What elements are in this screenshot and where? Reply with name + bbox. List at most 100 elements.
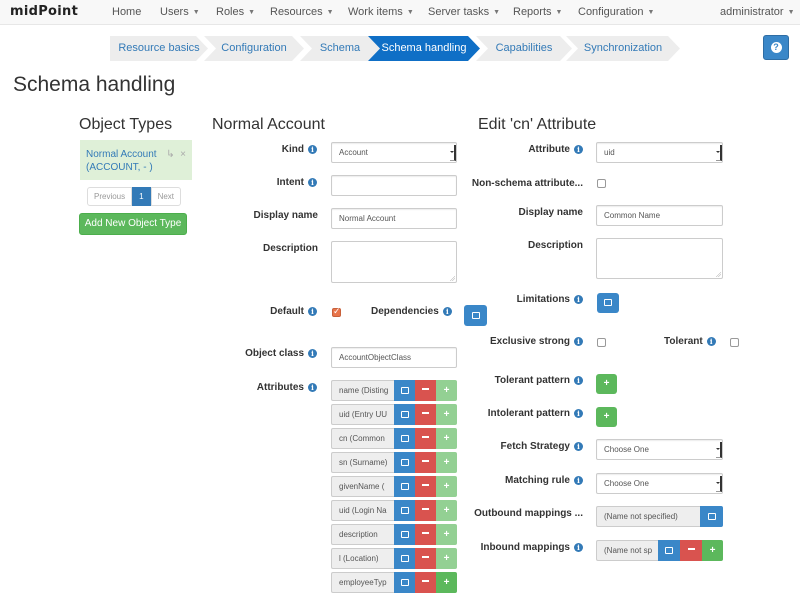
info-icon[interactable]: i: [308, 349, 317, 358]
remove-attribute-button[interactable]: [415, 452, 436, 473]
info-icon[interactable]: i: [442, 307, 452, 316]
edit-dependencies-button[interactable]: [464, 305, 487, 326]
attribute-name[interactable]: cn (Common: [331, 428, 394, 449]
display-name-input[interactable]: Normal Account: [331, 208, 457, 229]
wizard-step-synchronization[interactable]: Synchronization: [566, 36, 680, 61]
nav-users[interactable]: Users ▼: [160, 6, 200, 18]
nav-roles[interactable]: Roles ▼: [216, 6, 255, 18]
object-type-item[interactable]: Normal Account (ACCOUNT, - ) ↳ ×: [80, 140, 192, 180]
remove-attribute-button[interactable]: [415, 380, 436, 401]
intent-input[interactable]: [331, 175, 457, 196]
info-icon[interactable]: i: [574, 442, 583, 451]
add-attribute-button[interactable]: +: [436, 524, 457, 545]
help-button[interactable]: ?: [763, 35, 789, 60]
pager-next[interactable]: Next: [150, 187, 182, 206]
wizard-step-schema-handling[interactable]: Schema handling: [368, 36, 480, 61]
attribute-name[interactable]: uid (Entry UU: [331, 404, 394, 425]
matching-rule-select[interactable]: Choose One: [596, 473, 723, 494]
info-icon[interactable]: i: [574, 337, 583, 346]
outbound-mapping-name: (Name not specified): [596, 506, 700, 527]
remove-attribute-button[interactable]: [415, 548, 436, 569]
exclusive-strong-checkbox[interactable]: [597, 338, 606, 347]
add-object-type-button[interactable]: Add New Object Type: [79, 213, 187, 235]
wizard-step-resource-basics[interactable]: Resource basics: [110, 36, 208, 61]
close-icon[interactable]: ×: [180, 149, 186, 160]
edit-attribute-button[interactable]: [394, 548, 415, 569]
edit-attribute-button[interactable]: [394, 476, 415, 497]
plus-icon: +: [603, 378, 610, 389]
info-icon[interactable]: i: [706, 337, 716, 346]
arrow-turn-icon[interactable]: ↳: [166, 149, 174, 160]
remove-attribute-button[interactable]: [415, 428, 436, 449]
nav-resources[interactable]: Resources ▼: [270, 6, 334, 18]
add-attribute-button[interactable]: +: [436, 404, 457, 425]
remove-attribute-button[interactable]: [415, 404, 436, 425]
info-icon[interactable]: i: [308, 307, 317, 316]
info-icon[interactable]: i: [574, 145, 583, 154]
nav-server-tasks[interactable]: Server tasks ▼: [428, 6, 500, 18]
add-attribute-button[interactable]: +: [436, 452, 457, 473]
pager-previous[interactable]: Previous: [87, 187, 133, 206]
add-tolerant-pattern-button[interactable]: +: [596, 374, 617, 394]
attribute-name[interactable]: employeeTyp: [331, 572, 394, 593]
add-attribute-button[interactable]: +: [436, 572, 457, 593]
edit-attribute-button[interactable]: [394, 404, 415, 425]
brand-logo[interactable]: midPoint: [10, 4, 78, 19]
description-textarea[interactable]: [331, 241, 457, 283]
edit-attribute-button[interactable]: [394, 524, 415, 545]
wizard-step-schema[interactable]: Schema: [300, 36, 380, 61]
add-intolerant-pattern-button[interactable]: +: [596, 407, 617, 427]
attribute-name[interactable]: givenName (: [331, 476, 394, 497]
info-icon[interactable]: i: [574, 543, 583, 552]
add-attribute-button[interactable]: +: [436, 428, 457, 449]
add-attribute-button[interactable]: +: [436, 548, 457, 569]
add-inbound-button[interactable]: +: [702, 540, 723, 561]
info-icon[interactable]: i: [574, 295, 583, 304]
info-icon[interactable]: i: [308, 178, 317, 187]
nav-work-items[interactable]: Work items ▼: [348, 6, 414, 18]
non-schema-checkbox[interactable]: [597, 179, 606, 188]
object-class-input[interactable]: AccountObjectClass: [331, 347, 457, 368]
attribute-name[interactable]: uid (Login Na: [331, 500, 394, 521]
default-checkbox[interactable]: [332, 306, 341, 317]
edit-outbound-button[interactable]: [700, 506, 723, 527]
edit-inbound-button[interactable]: [658, 540, 680, 561]
attribute-row: cn (Common +: [331, 428, 457, 449]
edit-attribute-button[interactable]: [394, 572, 415, 593]
remove-inbound-button[interactable]: [680, 540, 702, 561]
attribute-name[interactable]: sn (Surname): [331, 452, 394, 473]
attribute-name[interactable]: l (Location): [331, 548, 394, 569]
info-icon[interactable]: i: [308, 383, 317, 392]
attr-display-name-input[interactable]: Common Name: [596, 205, 723, 226]
remove-attribute-button[interactable]: [415, 524, 436, 545]
attr-description-textarea[interactable]: [596, 238, 723, 279]
add-attribute-button[interactable]: +: [436, 476, 457, 497]
edit-attribute-button[interactable]: [394, 428, 415, 449]
user-menu[interactable]: administrator ▼: [720, 6, 795, 18]
remove-attribute-button[interactable]: [415, 500, 436, 521]
info-icon[interactable]: i: [574, 409, 583, 418]
info-icon[interactable]: i: [308, 145, 317, 154]
edit-attribute-button[interactable]: [394, 452, 415, 473]
attribute-select[interactable]: uid: [596, 142, 723, 163]
nav-configuration[interactable]: Configuration ▼: [578, 6, 654, 18]
wizard-step-configuration[interactable]: Configuration: [204, 36, 304, 61]
add-attribute-button[interactable]: +: [436, 380, 457, 401]
nav-reports[interactable]: Reports ▼: [513, 6, 562, 18]
pager-page-1[interactable]: 1: [132, 187, 151, 206]
add-attribute-button[interactable]: +: [436, 500, 457, 521]
remove-attribute-button[interactable]: [415, 572, 436, 593]
edit-attribute-button[interactable]: [394, 500, 415, 521]
kind-select[interactable]: Account: [331, 142, 457, 163]
edit-attribute-button[interactable]: [394, 380, 415, 401]
edit-limitations-button[interactable]: [597, 293, 619, 313]
tolerant-checkbox[interactable]: [730, 338, 739, 347]
info-icon[interactable]: i: [574, 476, 583, 485]
attribute-name[interactable]: description: [331, 524, 394, 545]
nav-home[interactable]: Home: [112, 6, 141, 18]
remove-attribute-button[interactable]: [415, 476, 436, 497]
info-icon[interactable]: i: [574, 376, 583, 385]
wizard-step-capabilities[interactable]: Capabilities: [476, 36, 572, 61]
fetch-strategy-select[interactable]: Choose One: [596, 439, 723, 460]
attribute-name[interactable]: name (Disting: [331, 380, 394, 401]
